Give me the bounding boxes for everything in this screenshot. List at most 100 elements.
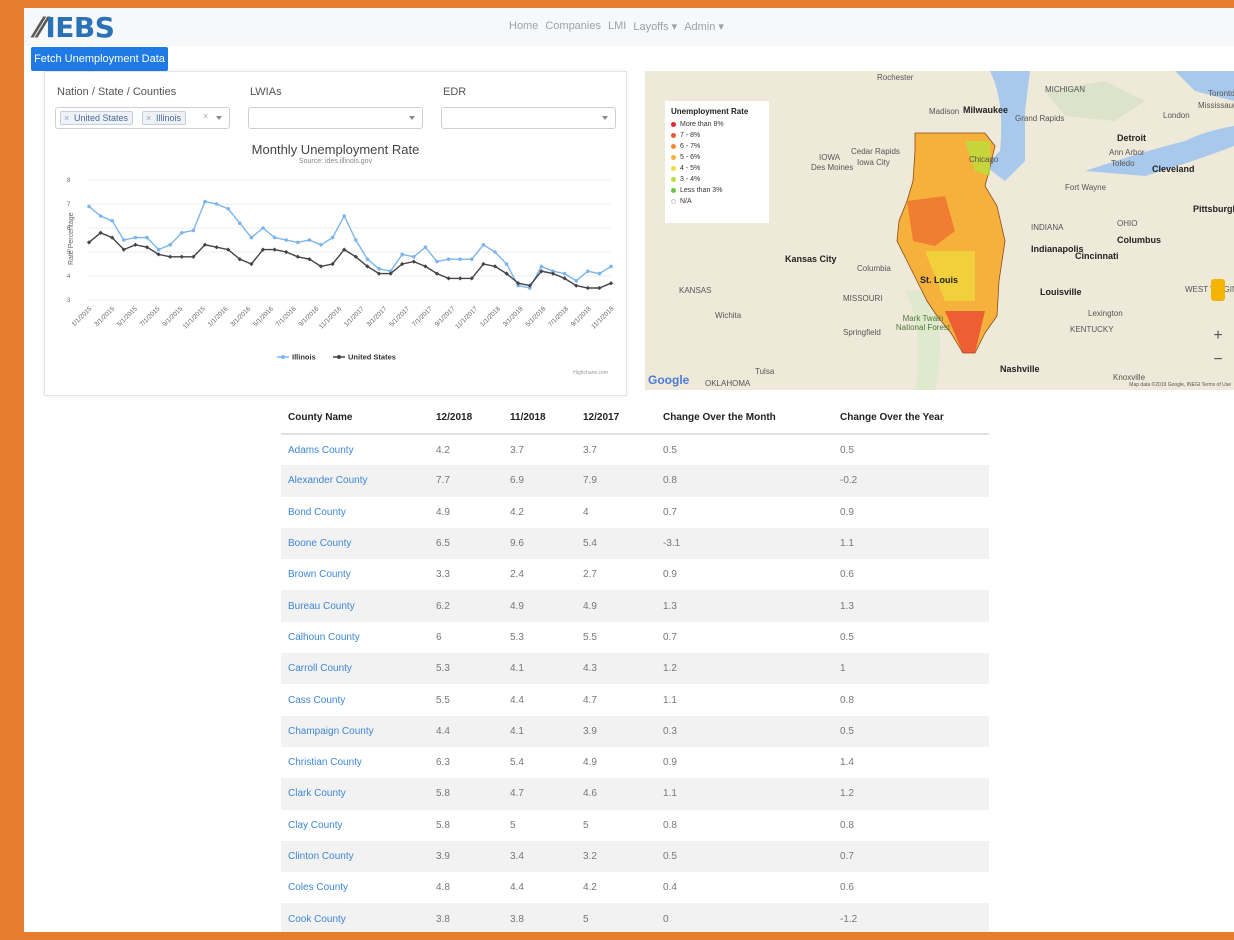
col-change-month[interactable]: Change Over the Month <box>656 401 833 435</box>
unemployment-map[interactable]: Unemployment Rate More than 8% 7 - 8% 6 - … <box>645 71 1234 390</box>
county-link[interactable]: Carroll County <box>288 663 352 674</box>
tag-illinois[interactable]: × Illinois <box>142 111 187 125</box>
place-mississauga: Mississauga <box>1198 101 1234 110</box>
place-detroit: Detroit <box>1117 133 1146 143</box>
google-logo[interactable]: Google <box>648 373 689 387</box>
nav-companies[interactable]: Companies <box>545 20 601 33</box>
county-name-cell[interactable]: Coles County <box>281 872 429 903</box>
county-link[interactable]: Clinton County <box>288 851 354 862</box>
iebs-logo[interactable]: ⁄⁄IEBS <box>36 10 115 44</box>
lwias-label: LWIAs <box>250 86 282 98</box>
county-name-cell[interactable]: Adams County <box>281 434 429 465</box>
fetch-unemployment-data-button[interactable]: Fetch Unemployment Data <box>31 47 168 71</box>
place-cincinnati: Cincinnati <box>1075 251 1119 261</box>
table-cell: 4.8 <box>436 882 450 894</box>
table-cell: 5 <box>576 903 656 932</box>
chart-title: Monthly Unemployment Rate <box>251 142 420 157</box>
app-window: ⁄⁄IEBS Home Companies LMI Layoffs ▾ Admi… <box>24 8 1234 932</box>
data-point <box>412 255 416 259</box>
nav-admin-dropdown[interactable]: Admin ▾ <box>684 20 724 33</box>
col-county-name[interactable]: County Name <box>281 401 429 435</box>
x-tick-label: 5/1/2015 <box>116 305 139 328</box>
table-cell: 3.9 <box>576 715 656 747</box>
table-row: Brown County 3.3 2.4 2.7 0.9 0.6 <box>281 559 989 590</box>
county-link[interactable]: Champaign County <box>288 726 374 737</box>
map-attribution[interactable]: Map data ©2019 Google, INEGI Terms of Us… <box>1129 382 1231 388</box>
county-name-cell[interactable]: Alexander County <box>281 465 429 497</box>
table-cell: 5.5 <box>436 694 450 706</box>
place-pittsburgh: Pittsburgh <box>1193 204 1234 214</box>
table-cell: 9.6 <box>503 527 576 560</box>
place-ohio: OHIO <box>1117 219 1138 228</box>
county-link[interactable]: Bureau County <box>288 601 355 612</box>
edr-select[interactable] <box>441 107 616 129</box>
legend-label: 4 - 5% <box>680 165 701 172</box>
county-name-cell[interactable]: Carroll County <box>281 653 429 685</box>
col-11-2018[interactable]: 11/2018 <box>503 401 576 435</box>
clear-all-icon[interactable]: × <box>203 111 208 121</box>
col-12-2017[interactable]: 12/2017 <box>576 401 656 435</box>
table-row: Bond County 4.9 4.2 4 0.7 0.9 <box>281 497 989 528</box>
county-link[interactable]: Boone County <box>288 538 351 549</box>
lwias-select[interactable] <box>248 107 423 129</box>
nav-lmi[interactable]: LMI <box>608 20 626 33</box>
remove-tag-icon[interactable]: × <box>146 112 151 124</box>
county-name-cell[interactable]: Brown County <box>281 559 429 590</box>
nav-layoffs-dropdown[interactable]: Layoffs ▾ <box>633 20 677 33</box>
data-point <box>319 243 323 247</box>
county-link[interactable]: Cook County <box>288 914 346 925</box>
county-link[interactable]: Cass County <box>288 695 345 706</box>
county-link[interactable]: Clay County <box>288 820 342 831</box>
table-row: Cook County 3.8 3.8 5 0 -1.2 <box>281 903 989 932</box>
legend-label: United States <box>348 353 396 362</box>
data-point <box>608 281 614 286</box>
table-cell: 2.4 <box>510 569 524 581</box>
county-link[interactable]: Coles County <box>288 882 348 893</box>
county-name-cell[interactable]: Champaign County <box>281 715 429 747</box>
county-link[interactable]: Clark County <box>288 788 346 799</box>
pegman-icon[interactable] <box>1211 279 1225 301</box>
county-name-cell[interactable]: Bond County <box>281 497 429 528</box>
table-row: Alexander County 7.7 6.9 7.9 0.8 -0.2 <box>281 465 989 497</box>
nation-state-counties-label: Nation / State / Counties <box>57 86 177 98</box>
county-link[interactable]: Bond County <box>288 507 346 518</box>
col-12-2018[interactable]: 12/2018 <box>429 401 503 435</box>
table-cell: 3.8 <box>429 903 503 932</box>
place-nashville: Nashville <box>1000 364 1040 374</box>
county-name-cell[interactable]: Clay County <box>281 810 429 841</box>
place-grand-rapids: Grand Rapids <box>1015 114 1065 123</box>
county-link[interactable]: Christian County <box>288 757 362 768</box>
nav-home[interactable]: Home <box>509 20 538 33</box>
legend-title: Unemployment Rate <box>671 107 749 116</box>
col-change-year[interactable]: Change Over the Year <box>833 401 989 435</box>
legend-item: N/A <box>671 196 763 207</box>
tag-united-states[interactable]: × United States <box>60 111 134 125</box>
logo-mark-icon: ⁄⁄ <box>36 10 45 44</box>
x-tick-label: 3/1/2018 <box>502 305 525 328</box>
county-name-cell[interactable]: Christian County <box>281 747 429 778</box>
table-cell: 1.3 <box>656 590 833 622</box>
table-cell: 5 <box>510 819 516 831</box>
table-cell: -1.2 <box>833 903 989 932</box>
x-tick-label: 11/1/2015 <box>182 305 207 330</box>
table-cell: -3.1 <box>656 527 833 560</box>
nation-state-counties-select[interactable]: × United States × Illinois × <box>55 107 230 129</box>
county-name-cell[interactable]: Cass County <box>281 684 429 715</box>
remove-tag-icon[interactable]: × <box>64 112 69 124</box>
county-name-cell[interactable]: Calhoun County <box>281 622 429 653</box>
zoom-in-icon[interactable]: + <box>1211 327 1225 345</box>
table-header-row: County Name 12/2018 11/2018 12/2017 Chan… <box>281 401 989 435</box>
county-link[interactable]: Brown County <box>288 569 351 580</box>
zoom-out-icon[interactable]: − <box>1211 351 1225 369</box>
lake-michigan <box>985 71 1030 181</box>
county-name-cell[interactable]: Bureau County <box>281 590 429 622</box>
table-cell: 1.2 <box>656 653 833 685</box>
county-name-cell[interactable]: Clark County <box>281 778 429 810</box>
county-link[interactable]: Calhoun County <box>288 632 360 643</box>
county-name-cell[interactable]: Cook County <box>281 903 429 932</box>
county-name-cell[interactable]: Boone County <box>281 527 429 560</box>
county-link[interactable]: Alexander County <box>288 475 368 486</box>
county-name-cell[interactable]: Clinton County <box>281 840 429 873</box>
county-link[interactable]: Adams County <box>288 445 354 456</box>
legend-label: 5 - 6% <box>680 154 701 161</box>
